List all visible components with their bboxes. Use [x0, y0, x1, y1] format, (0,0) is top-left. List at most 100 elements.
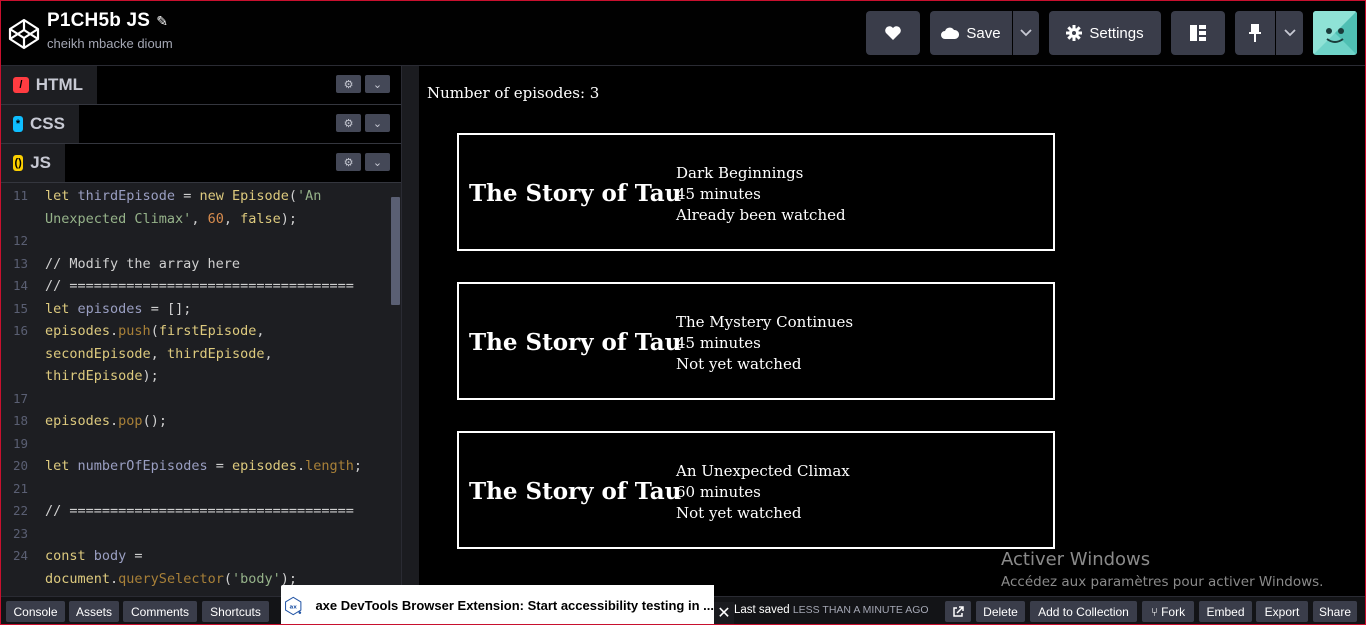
delete-button[interactable]: Delete [976, 601, 1025, 622]
embed-button[interactable]: Embed [1199, 601, 1252, 622]
episode-duration: 45 minutes [676, 334, 761, 352]
console-button[interactable]: Console [6, 601, 65, 622]
code-line: const body = [45, 548, 143, 564]
js-tab-label: JS [30, 153, 51, 172]
fork-button[interactable]: ⑂ Fork [1142, 601, 1194, 622]
episode-count: Number of episodes: 3 [427, 84, 600, 102]
episode-info: An Unexpected Climax 60 minutes Not yet … [676, 461, 850, 524]
shortcuts-button[interactable]: Shortcuts [202, 601, 269, 622]
code-line: Unexpected Climax', 60, false); [45, 211, 298, 227]
html-collapse-chevron-icon[interactable]: ⌄ [365, 75, 390, 93]
windows-activation-watermark: Activer Windows Accédez aux paramètres p… [1001, 549, 1323, 590]
settings-label: Settings [1089, 24, 1144, 42]
watermark-title: Activer Windows [1001, 549, 1151, 570]
line-number: 12 [12, 233, 28, 248]
line-number: 14 [12, 278, 28, 293]
open-external-button[interactable] [945, 601, 971, 622]
editor-scrollbar[interactable] [391, 197, 400, 305]
code-line: thirdEpisode); [45, 368, 159, 384]
user-avatar[interactable] [1313, 11, 1357, 55]
code-line: let episodes = []; [45, 301, 192, 317]
top-header: P1CH5b JS ✎ cheikh mbacke dioum Save Sett… [1, 1, 1365, 66]
export-button[interactable]: Export [1256, 601, 1308, 622]
pin-button[interactable] [1235, 11, 1275, 55]
episode-info: The Mystery Continues 45 minutes Not yet… [676, 312, 853, 375]
chevron-down-icon [1283, 29, 1296, 37]
author-name[interactable]: cheikh mbacke dioum [47, 36, 173, 51]
episode-duration: 60 minutes [676, 483, 761, 501]
js-collapse-chevron-icon[interactable]: ⌄ [365, 153, 390, 171]
css-collapse-chevron-icon[interactable]: ⌄ [365, 114, 390, 132]
comments-button[interactable]: Comments [123, 601, 197, 622]
episode-duration: 45 minutes [676, 185, 761, 203]
pin-options-button[interactable] [1276, 11, 1303, 55]
episode-title: The Mystery Continues [676, 313, 854, 331]
episode-show-title: The Story of Tau [469, 478, 682, 505]
line-number: 20 [12, 458, 28, 473]
js-code-editor[interactable]: 11 let thirdEpisode = new Episode('An Un… [1, 183, 401, 596]
episode-status: Already been watched [676, 206, 846, 224]
close-icon[interactable]: ✕ [714, 602, 734, 624]
line-number: 15 [12, 301, 28, 316]
episode-card: The Story of Tau Dark Beginnings 45 minu… [457, 133, 1055, 251]
line-number: 16 [12, 323, 28, 338]
html-editor-tab[interactable]: / HTML [1, 66, 97, 104]
line-number: 23 [12, 526, 28, 541]
codepen-logo-icon[interactable] [7, 17, 41, 51]
add-to-collection-button[interactable]: Add to Collection [1030, 601, 1137, 622]
edit-pencil-icon[interactable]: ✎ [156, 13, 168, 30]
app-window: P1CH5b JS ✎ cheikh mbacke dioum Save Sett… [0, 0, 1366, 625]
axe-extension-notification[interactable]: ax axe DevTools Browser Extension: Start… [281, 585, 714, 624]
html-editor-header: / HTML ⚙ ⌄ [1, 66, 401, 105]
save-button[interactable]: Save [930, 11, 1012, 55]
line-number: 17 [12, 391, 28, 406]
layout-icon [1190, 25, 1206, 41]
code-line: let numberOfEpisodes = episodes.length; [45, 458, 363, 474]
pin-icon [1249, 24, 1261, 42]
js-editor-tab[interactable]: () JS [1, 144, 65, 182]
line-number: 18 [12, 413, 28, 428]
code-line: // =================================== [45, 503, 354, 519]
share-button[interactable]: Share [1313, 601, 1357, 622]
css-settings-icon[interactable]: ⚙ [336, 114, 361, 132]
js-settings-icon[interactable]: ⚙ [336, 153, 361, 171]
html-settings-icon[interactable]: ⚙ [336, 75, 361, 93]
pen-title[interactable]: P1CH5b JS ✎ [47, 10, 168, 32]
episode-title: An Unexpected Climax [676, 462, 850, 480]
episode-title: Dark Beginnings [676, 164, 804, 182]
episode-card: The Story of Tau An Unexpected Climax 60… [457, 431, 1055, 549]
code-line: document.querySelector('body'); [45, 571, 298, 587]
html-tab-label: HTML [35, 75, 83, 94]
change-view-button[interactable] [1171, 11, 1225, 55]
line-number: 19 [12, 436, 28, 451]
css-editor-tab[interactable]: * CSS [1, 105, 79, 143]
cloud-icon [941, 27, 960, 39]
save-label: Save [966, 24, 1001, 42]
love-button[interactable] [866, 11, 920, 55]
line-number: 11 [12, 188, 28, 203]
resize-gutter[interactable] [401, 66, 419, 596]
pen-title-text[interactable]: P1CH5b JS [47, 10, 150, 31]
code-line: secondEpisode, thirdEpisode, [45, 346, 273, 362]
heart-icon [885, 26, 901, 40]
result-preview: Number of episodes: 3 The Story of Tau D… [419, 66, 1365, 596]
last-saved-status: Last saved LESS THAN A MINUTE AGO [734, 604, 929, 616]
css-editor-header: * CSS ⚙ ⌄ [1, 105, 401, 144]
assets-button[interactable]: Assets [69, 601, 119, 622]
settings-button[interactable]: Settings [1049, 11, 1161, 55]
chevron-down-icon [1020, 29, 1032, 37]
external-link-icon [953, 605, 964, 617]
fork-label: Fork [1161, 604, 1186, 619]
js-badge-icon: () [13, 155, 24, 171]
episode-status: Not yet watched [676, 355, 802, 373]
save-options-button[interactable] [1013, 11, 1039, 55]
js-editor-header: () JS ⚙ ⌄ [1, 144, 401, 183]
line-number: 22 [12, 503, 28, 518]
episode-status: Not yet watched [676, 504, 802, 522]
line-number: 13 [12, 256, 28, 271]
html-badge-icon: / [13, 77, 29, 93]
episode-show-title: The Story of Tau [469, 329, 682, 356]
axe-extension-message: axe DevTools Browser Extension: Start ac… [315, 598, 714, 613]
gear-icon [1066, 25, 1083, 41]
